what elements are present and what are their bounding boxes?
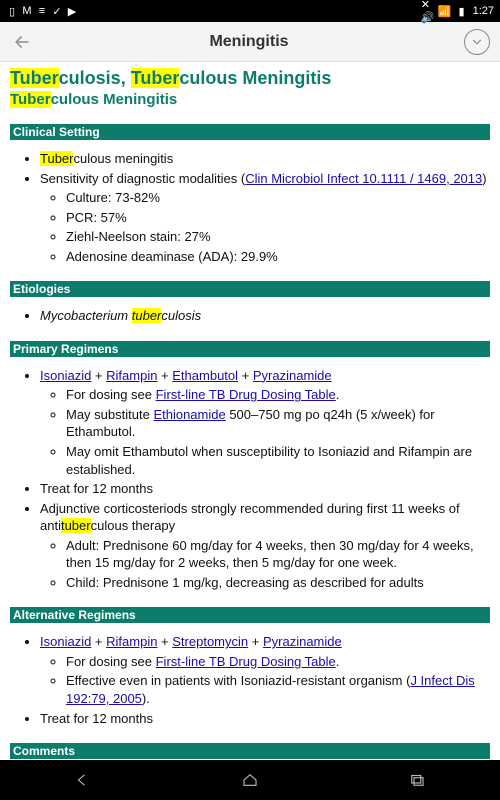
list-item: Treat for 12 months xyxy=(40,480,490,498)
content-scroll[interactable]: Tuberculosis, Tuberculous Meningitis Tub… xyxy=(0,62,500,760)
section-alternative-regimens: Alternative Regimens xyxy=(10,607,490,623)
list-item: Isoniazid + Rifampin + Streptomycin + Py… xyxy=(40,633,490,707)
list-item: Adult: Prednisone 60 mg/day for 4 weeks,… xyxy=(66,537,490,572)
list-item: Adjunctive corticosteriods strongly reco… xyxy=(40,500,490,592)
sub-heading: Tuberculous Meningitis xyxy=(10,91,490,108)
drug-link[interactable]: Pyrazinamide xyxy=(263,634,342,649)
list-item: Ziehl-Neelson stain: 27% xyxy=(66,228,490,246)
list-icon: ≡ xyxy=(36,5,48,17)
reference-link[interactable]: Clin Microbiol Infect 10.1111 / 1469, 20… xyxy=(245,171,482,186)
clock: 1:27 xyxy=(473,5,494,17)
back-button[interactable] xyxy=(10,30,34,54)
etiologies-list: Mycobacterium tuberculosis xyxy=(10,307,490,325)
back-nav-button[interactable] xyxy=(68,768,98,792)
section-primary-regimens: Primary Regimens xyxy=(10,341,490,357)
list-item: PCR: 57% xyxy=(66,209,490,227)
check-icon: ✓ xyxy=(51,5,63,17)
list-item: Child: Prednisone 1 mg/kg, decreasing as… xyxy=(66,574,490,592)
drug-link[interactable]: Pyrazinamide xyxy=(253,368,332,383)
app-header: Meningitis xyxy=(0,22,500,62)
dosing-link[interactable]: First-line TB Drug Dosing Table xyxy=(156,387,336,402)
drug-link[interactable]: Rifampin xyxy=(106,368,157,383)
home-nav-button[interactable] xyxy=(235,768,265,792)
highlight: Tuber xyxy=(10,91,51,108)
gmail-icon: M xyxy=(21,5,33,17)
list-item: Treat for 12 months xyxy=(40,710,490,728)
primary-list: Isoniazid + Rifampin + Ethambutol + Pyra… xyxy=(10,367,490,592)
recent-nav-button[interactable] xyxy=(402,768,432,792)
list-item: Effective even in patients with Isoniazi… xyxy=(66,672,490,707)
list-item: Sensitivity of diagnostic modalities (Cl… xyxy=(40,170,490,266)
main-heading: Tuberculosis, Tuberculous Meningitis xyxy=(10,68,490,89)
expand-button[interactable] xyxy=(464,29,490,55)
list-item: Mycobacterium tuberculosis xyxy=(40,307,490,325)
drug-link[interactable]: Isoniazid xyxy=(40,634,91,649)
notif-icon: ▯ xyxy=(6,5,18,17)
status-right: ✕🔊 📶 ▮ 1:27 xyxy=(422,5,494,17)
clinical-list: Tuberculous meningitis Sensitivity of di… xyxy=(10,150,490,265)
alternative-list: Isoniazid + Rifampin + Streptomycin + Py… xyxy=(10,633,490,727)
drug-link[interactable]: Rifampin xyxy=(106,634,157,649)
wifi-icon: 📶 xyxy=(439,5,451,17)
drug-link[interactable]: Isoniazid xyxy=(40,368,91,383)
highlight: tuber xyxy=(132,308,162,323)
battery-icon: ▮ xyxy=(456,5,468,17)
list-item: May substitute Ethionamide 500–750 mg po… xyxy=(66,406,490,441)
page-title: Meningitis xyxy=(34,33,464,51)
mute-icon: ✕🔊 xyxy=(422,5,434,17)
status-left: ▯ M ≡ ✓ ▶ xyxy=(6,5,78,17)
section-etiologies: Etiologies xyxy=(10,281,490,297)
list-item: Tuberculous meningitis xyxy=(40,150,490,168)
highlight: tuber xyxy=(61,518,91,533)
list-item: Isoniazid + Rifampin + Ethambutol + Pyra… xyxy=(40,367,490,478)
highlight: Tuber xyxy=(40,151,73,166)
drug-link[interactable]: Ethambutol xyxy=(172,368,238,383)
drug-link[interactable]: Ethionamide xyxy=(153,407,225,422)
highlight: Tuber xyxy=(131,68,180,88)
list-item: Adenosine deaminase (ADA): 29.9% xyxy=(66,248,490,266)
android-nav-bar xyxy=(0,760,500,800)
section-clinical-setting: Clinical Setting xyxy=(10,124,490,140)
list-item: For dosing see First-line TB Drug Dosing… xyxy=(66,653,490,671)
play-icon: ▶ xyxy=(66,5,78,17)
list-item: May omit Ethambutol when susceptibility … xyxy=(66,443,490,478)
drug-link[interactable]: Streptomycin xyxy=(172,634,248,649)
list-item: Culture: 73-82% xyxy=(66,189,490,207)
list-item: For dosing see First-line TB Drug Dosing… xyxy=(66,386,490,404)
status-bar: ▯ M ≡ ✓ ▶ ✕🔊 📶 ▮ 1:27 xyxy=(0,0,500,22)
highlight: Tuber xyxy=(10,68,59,88)
section-comments: Comments xyxy=(10,743,490,759)
dosing-link[interactable]: First-line TB Drug Dosing Table xyxy=(156,654,336,669)
